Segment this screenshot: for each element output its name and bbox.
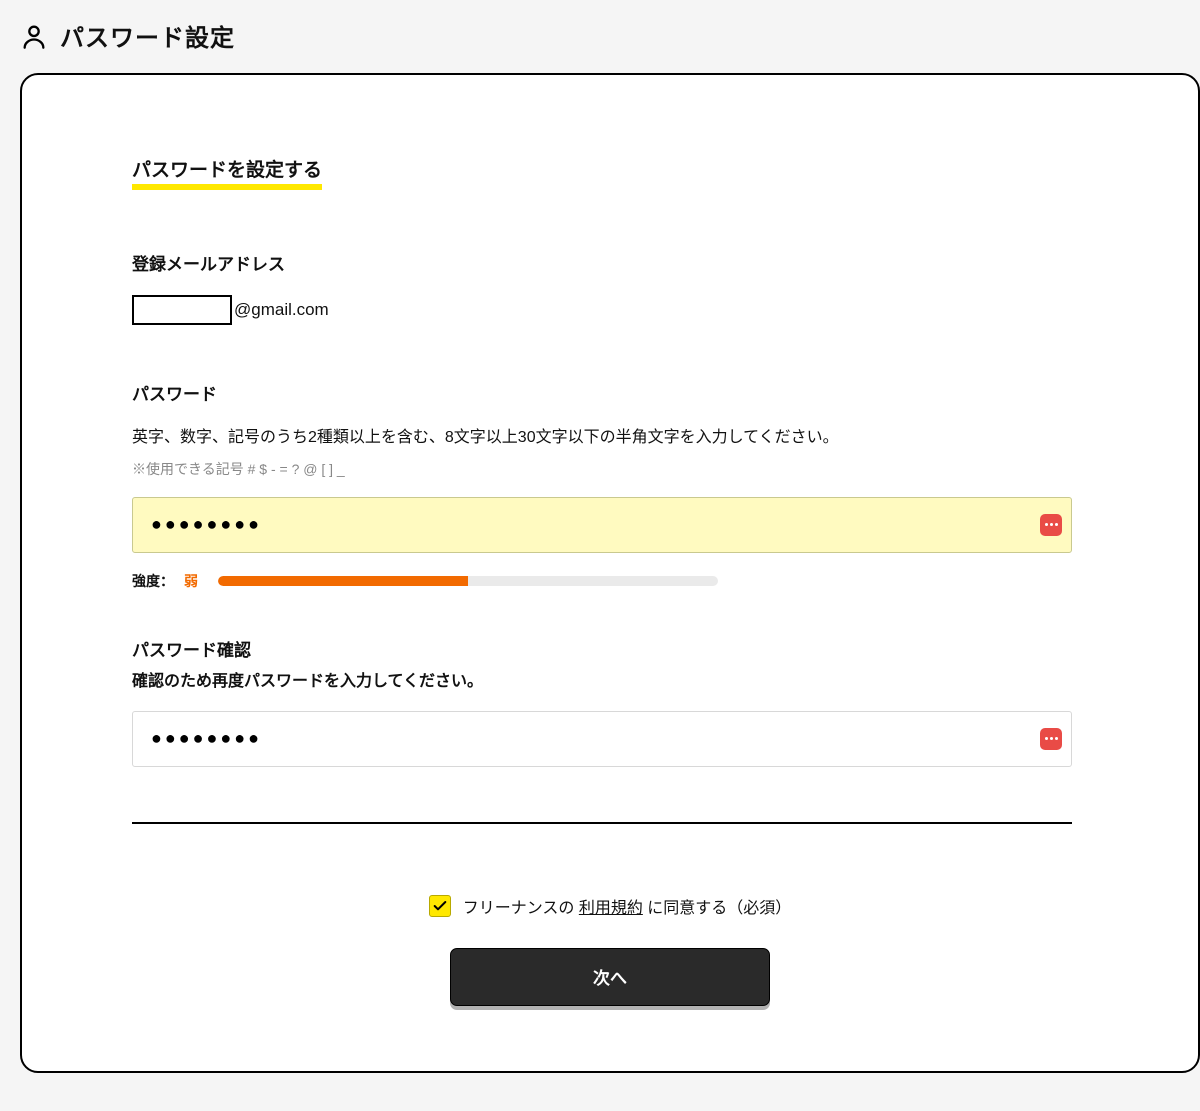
confirm-description: 確認のため再度パスワードを入力してください。 bbox=[132, 667, 1088, 691]
password-input-wrap bbox=[132, 497, 1072, 553]
password-description: 英字、数字、記号のうち2種類以上を含む、8文字以上30文字以下の半角文字を入力し… bbox=[132, 425, 1088, 451]
form-card: パスワードを設定する 登録メールアドレス @gmail.com パスワード 英字… bbox=[20, 73, 1200, 1073]
terms-link[interactable]: 利用規約 bbox=[579, 900, 643, 917]
confirm-input-wrap bbox=[132, 711, 1072, 767]
agreement-prefix: フリーナンスの bbox=[463, 900, 579, 917]
strength-label: 強度： bbox=[132, 571, 174, 591]
strength-bar bbox=[218, 576, 718, 586]
section-title: パスワードを設定する bbox=[132, 155, 322, 190]
divider bbox=[132, 822, 1072, 824]
email-display: @gmail.com bbox=[132, 295, 1088, 325]
password-manager-icon[interactable] bbox=[1040, 514, 1062, 536]
password-input[interactable] bbox=[132, 497, 1072, 553]
strength-value: 弱 bbox=[184, 571, 198, 591]
password-label: パスワード bbox=[132, 380, 1088, 405]
password-strength-row: 強度： 弱 bbox=[132, 571, 1088, 591]
email-local-part-redacted bbox=[132, 295, 232, 325]
agreement-text: フリーナンスの 利用規約 に同意する（必須） bbox=[463, 894, 792, 918]
agreement-checkbox[interactable] bbox=[429, 895, 451, 917]
agreement-row: フリーナンスの 利用規約 に同意する（必須） bbox=[132, 894, 1088, 918]
page-title: パスワード設定 bbox=[60, 18, 235, 53]
password-confirm-input[interactable] bbox=[132, 711, 1072, 767]
password-note: ※使用できる記号 # $ - = ? @ [ ] _ bbox=[132, 459, 1088, 479]
confirm-label: パスワード確認 bbox=[132, 636, 1088, 661]
next-button[interactable]: 次へ bbox=[450, 948, 770, 1006]
email-domain: @gmail.com bbox=[234, 300, 329, 320]
agreement-suffix: に同意する（必須） bbox=[643, 900, 791, 917]
person-icon bbox=[20, 22, 48, 50]
email-label: 登録メールアドレス bbox=[132, 250, 1088, 275]
password-manager-icon[interactable] bbox=[1040, 728, 1062, 750]
strength-fill bbox=[218, 576, 468, 586]
page-header: パスワード設定 bbox=[0, 0, 1200, 73]
